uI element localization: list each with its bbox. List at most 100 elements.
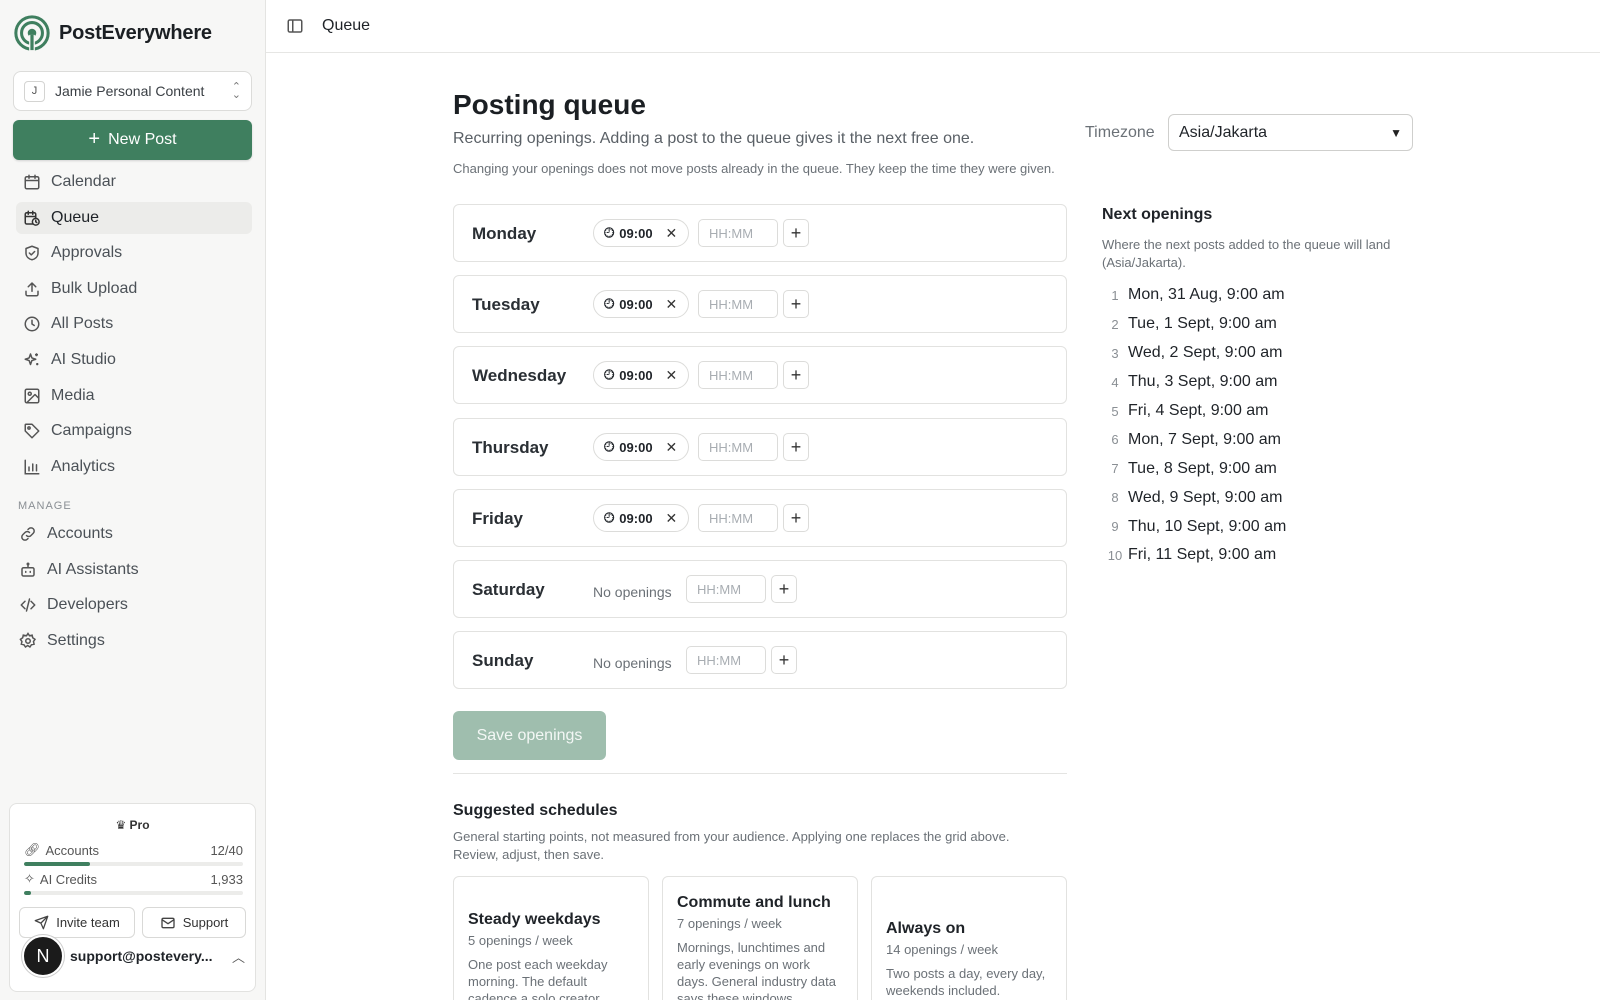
day-row-friday: Friday 🕘︎ 09:00 ✕ HH:MM + [453,489,1067,547]
save-openings-button[interactable]: Save openings [453,711,606,760]
sidebar-item-label: All Posts [51,315,114,333]
add-slot-button[interactable]: + [771,575,797,603]
slot-chip: 🕘︎ 09:00 ✕ [593,361,689,389]
sidebar-item-ai-assistants[interactable]: AI Assistants [12,554,252,586]
credits-meter-label: AI Credits [39,871,97,887]
day-row-sunday: Sunday No openings HH:MM + [453,631,1067,689]
sidebar-item-analytics[interactable]: Analytics [16,451,252,483]
sidebar-toggle-icon[interactable] [286,17,304,35]
sidebar-item-label: Queue [51,208,100,226]
schedule-card-always-on[interactable]: Always on 14 openings / week Two posts a… [871,876,1067,1000]
brand-name: PostEverywhere [59,21,212,44]
invite-team-button[interactable]: Invite team [19,907,135,938]
page-title: Posting queue [453,89,646,120]
item-number: 7 [1111,461,1119,477]
sidebar-item-label: AI Assistants [47,560,139,578]
credits-meter: ✧ AI Credits 1,933 [24,871,243,895]
plus-icon: + [88,128,101,150]
code-icon [20,598,36,612]
time-input[interactable]: HH:MM [698,504,778,532]
no-openings-label: No openings [593,584,672,600]
sidebar-item-label: Campaigns [51,422,132,440]
workspace-initial: J [24,80,45,102]
clock-icon: 🕘︎ [604,439,615,454]
day-name: Monday [472,224,537,243]
remove-slot-icon[interactable]: ✕ [666,296,678,313]
sidebar-item-developers[interactable]: Developers [12,589,252,621]
sidebar: PostEverywhere J Jamie Personal Content … [0,0,266,1000]
new-post-button[interactable]: + New Post [13,120,252,160]
clock-icon [24,316,40,332]
time-input[interactable]: HH:MM [686,575,766,603]
item-text: Thu, 10 Sept, 9:00 am [1128,517,1287,535]
list-item: 4 Thu, 3 Sept, 9:00 am [1102,368,1422,397]
bot-icon [21,562,35,577]
page-subtitle: Recurring openings. Adding a post to the… [453,130,975,147]
credits-meter-fill [24,891,31,895]
time-input[interactable]: HH:MM [698,361,778,389]
no-openings-label: No openings [593,655,672,671]
sidebar-item-bulk-upload[interactable]: Bulk Upload [16,273,252,305]
time-input[interactable]: HH:MM [698,219,778,247]
sidebar-item-campaigns[interactable]: Campaigns [16,415,252,447]
tag-icon [24,423,40,439]
sidebar-item-label: Bulk Upload [51,279,138,297]
sidebar-item-all-posts[interactable]: All Posts [16,308,252,340]
item-number: 5 [1111,403,1119,419]
bar-chart-icon [24,459,40,475]
add-slot-button[interactable]: + [783,290,809,318]
item-number: 4 [1111,374,1119,390]
calendar-icon [24,174,40,190]
brand[interactable]: PostEverywhere [13,14,212,52]
schedule-card-count: 7 openings / week [677,916,782,931]
schedule-card-steady-weekdays[interactable]: Steady weekdays 5 openings / week One po… [453,876,649,1000]
item-number: 10 [1107,547,1123,563]
remove-slot-icon[interactable]: ✕ [666,510,678,527]
schedule-card-commute-lunch[interactable]: Commute and lunch 7 openings / week Morn… [662,876,858,1000]
clock-icon: 🕘︎ [604,225,615,240]
crown-icon: ♛ [115,818,127,832]
support-label: Support [182,915,229,930]
add-slot-button[interactable]: + [771,646,797,674]
new-post-label: New Post [108,131,177,148]
item-text: Wed, 9 Sept, 9:00 am [1128,488,1283,506]
remove-slot-icon[interactable]: ✕ [666,439,678,456]
chevron-up-down-icon: ⌃ ⌄ [231,81,241,101]
mail-icon [161,917,175,928]
time-input[interactable]: HH:MM [686,646,766,674]
sidebar-item-queue[interactable]: Queue [16,201,252,234]
item-text: Mon, 7 Sept, 9:00 am [1128,430,1281,448]
plan-badge: ♛ Pro [10,818,255,832]
workspace-switcher[interactable]: J Jamie Personal Content ⌃ ⌄ [13,71,252,111]
sidebar-item-ai-studio[interactable]: AI Studio [16,344,252,376]
time-input[interactable]: HH:MM [698,290,778,318]
slot-chip: 🕘︎ 09:00 ✕ [593,433,689,461]
sidebar-item-approvals[interactable]: Approvals [16,237,252,269]
remove-slot-icon[interactable]: ✕ [666,225,678,242]
chevron-down-icon: ▼ [1390,125,1402,140]
add-slot-button[interactable]: + [783,504,809,532]
time-input[interactable]: HH:MM [698,433,778,461]
topbar: Queue [266,0,1600,53]
schedule-card-desc: One post each weekday morning. The defau… [468,957,608,1000]
add-slot-button[interactable]: + [783,361,809,389]
slot-time: 09:00 [619,225,653,241]
timezone-select[interactable]: Asia/Jakarta ▼ [1168,114,1413,151]
day-name: Sunday [472,651,534,670]
add-slot-button[interactable]: + [783,219,809,247]
support-button[interactable]: Support [142,907,246,938]
gear-icon [19,631,37,648]
list-item: 7 Tue, 8 Sept, 9:00 am [1102,454,1422,483]
user-menu[interactable]: N support@postevery... ︿ [22,935,245,977]
sidebar-item-media[interactable]: Media [16,380,252,412]
schedule-card-desc: Mornings, lunchtimes and early evenings … [677,940,836,1000]
sidebar-item-calendar[interactable]: Calendar [16,166,252,198]
image-icon [24,388,40,404]
list-item: 6 Mon, 7 Sept, 9:00 am [1102,425,1422,454]
add-slot-button[interactable]: + [783,433,809,461]
sidebar-item-settings[interactable]: Settings [12,625,252,657]
remove-slot-icon[interactable]: ✕ [666,367,678,384]
item-number: 1 [1111,287,1119,303]
sidebar-item-accounts[interactable]: Accounts [12,518,252,550]
day-row-wednesday: Wednesday 🕘︎ 09:00 ✕ HH:MM + [453,346,1067,404]
